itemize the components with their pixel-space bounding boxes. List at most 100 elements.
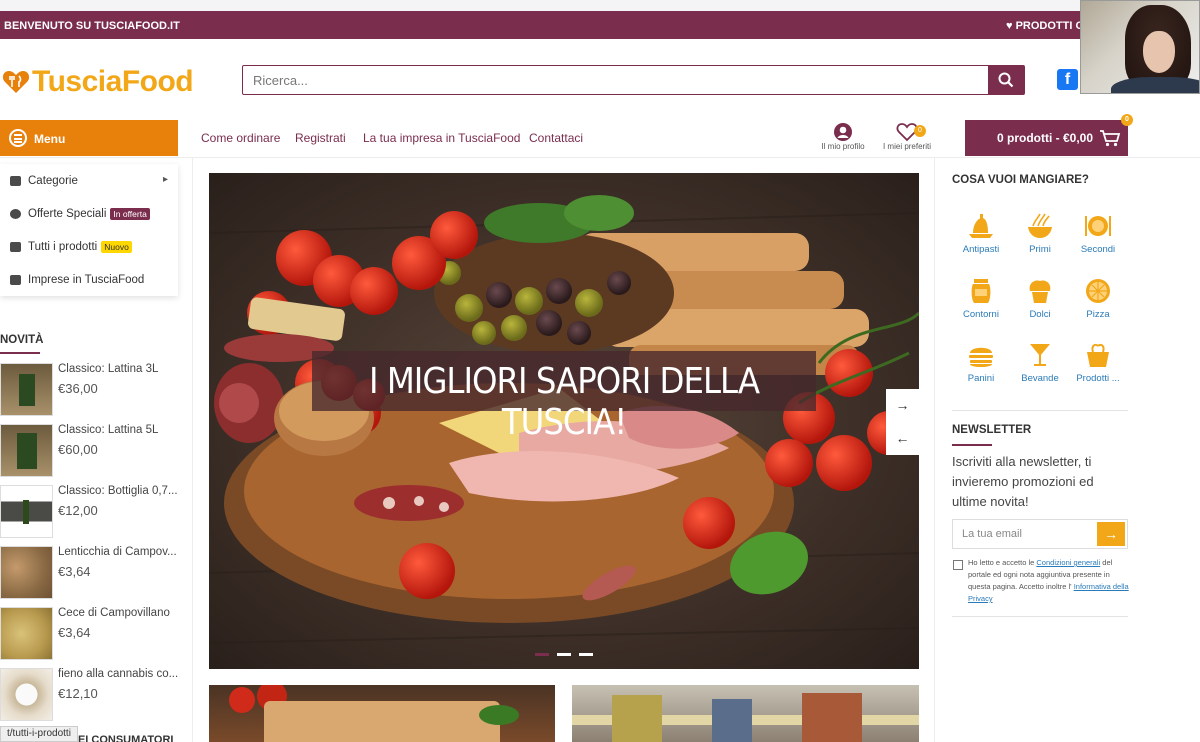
novita-underline — [0, 352, 40, 354]
product-thumbnail — [0, 607, 53, 660]
category-primi[interactable]: Primi — [1010, 212, 1070, 268]
product-item[interactable]: Classico: Bottiglia 0,7... €12,00 — [0, 485, 185, 541]
jar-icon — [971, 279, 991, 303]
profile-label: Il mio profilo — [821, 142, 865, 151]
product-price: €12,10 — [58, 686, 98, 701]
new-badge: Nuovo — [101, 241, 132, 253]
favorites-link[interactable]: 0 I miei preferiti — [878, 121, 936, 151]
category-panini[interactable]: Panini — [951, 341, 1011, 397]
category-antipasti[interactable]: Antipasti — [951, 212, 1011, 268]
product-item[interactable]: Cece di Campovillano €3,64 — [0, 607, 185, 663]
category-prodotti[interactable]: Prodotti ... — [1068, 341, 1128, 397]
promo-banner[interactable] — [209, 685, 555, 742]
product-item[interactable]: Lenticchia di Campov... €3,64 — [0, 546, 185, 602]
newsletter-underline — [952, 444, 992, 446]
product-name: Classico: Lattina 5L — [58, 424, 159, 436]
cart-button[interactable]: 0 prodotti - €0,00 0 — [965, 114, 1133, 156]
profile-link[interactable]: Il mio profilo — [816, 121, 870, 151]
facebook-icon[interactable]: f — [1057, 69, 1078, 90]
search-bar — [242, 65, 1025, 95]
heart-icon: ♥ — [1006, 20, 1013, 32]
products-link[interactable]: ♥ PRODOTTI O — [1006, 20, 1084, 32]
dropdown-item-imprese[interactable]: Imprese in TusciaFood — [0, 263, 178, 296]
dropdown-item-tutti[interactable]: Tutti i prodotti Nuovo — [0, 230, 178, 263]
search-button[interactable] — [988, 66, 1024, 94]
newsletter-form: → — [952, 519, 1128, 549]
promo-banner[interactable] — [572, 685, 919, 742]
sidebar-divider — [952, 410, 1128, 411]
dropdown-item-offerte[interactable]: Offerte Speciali In offerta — [0, 197, 178, 230]
product-price: €3,64 — [58, 625, 91, 640]
novita-heading: NOVITÀ — [0, 334, 44, 346]
user-icon — [834, 123, 852, 141]
menu-button[interactable]: Menu — [0, 120, 178, 156]
top-bar: BENVENUTO SU TUSCIAFOOD.IT ♥ PRODOTTI O — [0, 11, 1200, 39]
product-thumbnail — [0, 485, 53, 538]
slider-dot[interactable] — [579, 653, 593, 656]
newsletter-heading: NEWSLETTER — [952, 424, 1032, 436]
logo-text: TusciaFood — [32, 65, 194, 98]
product-item[interactable]: Classico: Lattina 5L €60,00 — [0, 424, 185, 480]
product-name: Cece di Campovillano — [58, 607, 170, 619]
category-contorni[interactable]: Contorni — [951, 277, 1011, 333]
sidebar-divider — [952, 616, 1128, 617]
newsletter-submit-button[interactable]: → — [1097, 522, 1125, 546]
arrow-left-icon: ← — [895, 430, 910, 446]
hero-caption: I MIGLIORI SAPORI DELLA TUSCIA! — [369, 361, 760, 443]
privacy-checkbox[interactable] — [953, 560, 963, 570]
list-icon — [10, 242, 21, 252]
cart-label: 0 prodotti - €0,00 — [997, 131, 1094, 145]
offer-badge: In offerta — [110, 208, 150, 220]
product-thumbnail — [0, 668, 53, 721]
category-pizza[interactable]: Pizza — [1068, 277, 1128, 333]
store-icon — [10, 275, 21, 285]
slider-dot[interactable] — [557, 653, 571, 656]
antipasti-icon — [969, 214, 993, 238]
product-item[interactable]: fieno alla cannabis co... €12,10 — [0, 668, 185, 724]
product-price: €36,00 — [58, 381, 98, 396]
nav-link-registrati[interactable]: Registrati — [295, 131, 346, 145]
product-thumbnail — [0, 546, 53, 599]
arrow-right-icon: → — [895, 397, 910, 413]
left-sidebar-divider — [192, 158, 193, 742]
search-input[interactable] — [243, 66, 988, 94]
webcam-overlay — [1080, 0, 1200, 94]
nav-link-contattaci[interactable]: Contattaci — [529, 131, 583, 145]
product-item[interactable]: Classico: Lattina 3L €36,00 — [0, 363, 185, 419]
product-price: €3,64 — [58, 564, 91, 579]
newsletter-text: Iscriviti alla newsletter, ti invieremo … — [952, 454, 1094, 509]
dropdown-item-categorie[interactable]: Categorie ▸ — [0, 164, 178, 197]
burger-icon — [969, 347, 993, 367]
cocktail-icon — [1030, 344, 1050, 366]
hero-slider[interactable]: I MIGLIORI SAPORI DELLA TUSCIA! — [209, 173, 919, 669]
slider-next-button[interactable]: → — [886, 389, 919, 422]
browser-strip — [0, 0, 1200, 11]
shop-icon — [10, 176, 21, 186]
newsletter-email-input[interactable] — [953, 520, 1095, 548]
site-logo[interactable]: TusciaFood — [2, 65, 222, 99]
product-price: €60,00 — [58, 442, 98, 457]
menu-dropdown: Categorie ▸ Offerte Speciali In offerta T… — [0, 164, 178, 296]
search-icon — [998, 72, 1014, 88]
cart-icon — [1100, 130, 1121, 147]
privacy-text: Ho letto e accetto le Condizioni general… — [968, 558, 1129, 603]
categories-heading: COSA VUOI MANGIARE? — [952, 174, 1089, 186]
product-thumbnail — [0, 424, 53, 477]
category-secondi[interactable]: Secondi — [1068, 212, 1128, 268]
chevron-right-icon: ▸ — [162, 174, 168, 185]
terms-link[interactable]: Condizioni generali — [1036, 558, 1100, 567]
nav-link-impresa[interactable]: La tua impresa in TusciaFood — [363, 131, 520, 145]
bottom-section-heading: DEI CONSUMATORI — [70, 734, 174, 742]
category-dolci[interactable]: Dolci — [1010, 277, 1070, 333]
percent-icon — [10, 209, 21, 219]
plate-icon — [1085, 216, 1111, 236]
nav-link-come-ordinare[interactable]: Come ordinare — [201, 131, 280, 145]
menu-label: Menu — [34, 132, 66, 146]
logo-heart-icon — [2, 71, 30, 93]
slider-prev-button[interactable]: ← — [886, 422, 919, 455]
product-name: Lenticchia di Campov... — [58, 546, 177, 558]
product-name: fieno alla cannabis co... — [58, 668, 179, 680]
category-bevande[interactable]: Bevande — [1010, 341, 1070, 397]
status-bar-url: t/tutti-i-prodotti — [0, 726, 78, 742]
slider-dot[interactable] — [535, 653, 549, 656]
